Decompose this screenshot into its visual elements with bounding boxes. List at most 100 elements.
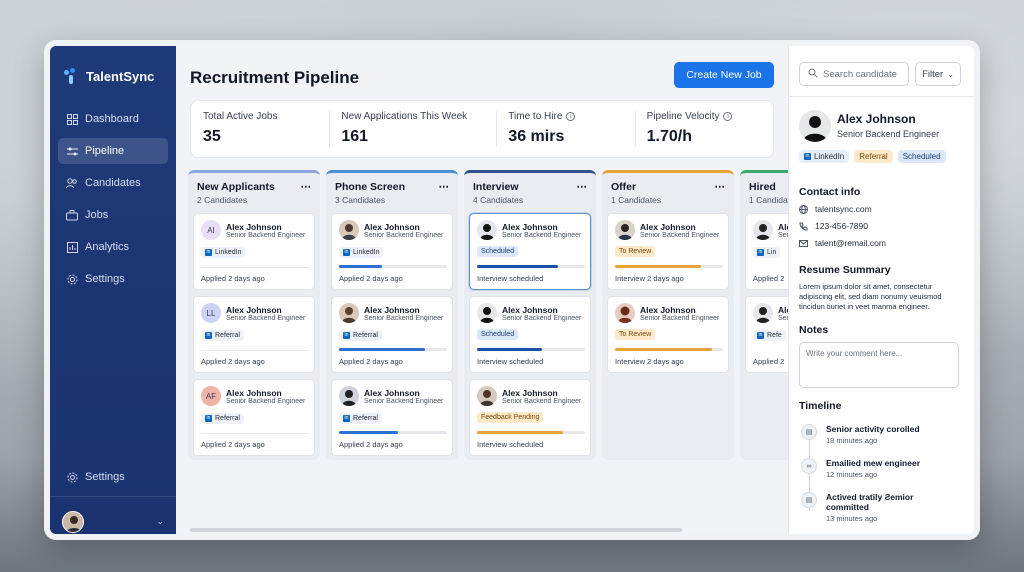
stat-value: 161 <box>341 128 369 145</box>
timeline-item: ▤ Actived tratily Ƨemior committed 13 min… <box>801 492 926 524</box>
candidate-card[interactable]: AI Alex Johnson Senior Backend Engineer i… <box>193 213 315 290</box>
more-icon[interactable]: ⋯ <box>439 181 450 193</box>
avatar <box>477 386 497 406</box>
candidate-role: Senior Backend Engineer <box>640 231 720 239</box>
progress-bar <box>477 348 585 351</box>
candidate-card[interactable]: AF Alex Johnson Senior Backend Engineer i… <box>193 379 315 456</box>
linkedin-icon: in <box>757 249 764 256</box>
stat-label: Total Active Jobs <box>203 111 278 122</box>
linkedin-icon: in <box>205 415 212 422</box>
stat-value: 1.70/h <box>646 128 693 145</box>
info-icon[interactable]: i <box>723 112 733 121</box>
candidate-card[interactable]: Alex Johnson Senior Backend Engineer Feed… <box>469 379 591 456</box>
source-tag: in Referral <box>201 330 244 341</box>
contact-info-title: Contact info <box>799 186 861 198</box>
avatar <box>615 303 635 323</box>
contact-website[interactable]: talentsync.com <box>799 204 872 214</box>
user-menu[interactable]: ⌄ <box>50 496 176 534</box>
source-tag: in Referral <box>339 413 382 424</box>
candidate-name: Alex Johnson <box>364 221 420 232</box>
search-input[interactable]: Search candidate <box>799 62 909 86</box>
contact-text: 123-456-7890 <box>815 221 868 231</box>
briefcase-icon <box>66 209 78 221</box>
progress-bar <box>339 265 447 268</box>
stat-value: 36 mirs <box>508 128 565 145</box>
stat-value: 35 <box>203 128 221 145</box>
column-new-applicants: New Applicants ⋯ 2 Candidates AI Alex Joh… <box>188 170 320 460</box>
timeline-item: ▤ Senior activity corolled 18 minutes ago <box>801 424 926 446</box>
stat-label: Pipeline Velocity <box>646 111 720 122</box>
card-footer: Applied 2 days ago <box>201 357 265 366</box>
more-icon[interactable]: ⋯ <box>715 181 726 193</box>
candidate-role: Senior Backend Engineer <box>364 231 444 239</box>
gear-icon <box>66 471 78 483</box>
column-count: 1 Candidat <box>749 195 788 205</box>
candidate-name: Alex Johnson <box>226 387 282 398</box>
candidate-card[interactable]: Alex Johnson Senior Backend Engineer Sche… <box>469 213 591 290</box>
avatar <box>62 510 84 533</box>
candidate-card[interactable]: Alex Johnson Senior Backend Engineer in Re… <box>331 379 453 456</box>
candidate-role: Sen <box>778 314 788 322</box>
create-job-button[interactable]: Create New Job <box>674 62 774 88</box>
sidebar-item-pipeline[interactable]: Pipeline <box>58 138 168 164</box>
candidate-card[interactable]: Alex Johnson Senior Backend Engineer Sche… <box>469 296 591 373</box>
sidebar-item-dashboard[interactable]: Dashboard <box>58 106 168 132</box>
timeline-item: ∞ Emailied mew engineer 12 minutes ago <box>801 458 926 480</box>
sidebar-item-settings-bottom[interactable]: Settings <box>58 464 168 490</box>
more-icon[interactable]: ⋯ <box>301 181 312 193</box>
candidate-card[interactable]: Alex Johnson Senior Backend Engineer in Li… <box>331 213 453 290</box>
sidebar-item-settings[interactable]: Settings <box>58 266 168 292</box>
candidate-detail-panel: Search candidate Filter ⌄ Alex Johnson S… <box>788 46 974 534</box>
column-count: 4 Candidates <box>473 195 524 205</box>
column-count: 2 Candidates <box>197 195 248 205</box>
column-phone-screen: Phone Screen ⋯ 3 Candidates Alex Johnson S… <box>326 170 458 460</box>
linkedin-icon: in <box>205 249 212 256</box>
horizontal-scrollbar[interactable] <box>190 528 682 532</box>
info-icon[interactable]: i <box>566 112 576 121</box>
sidebar-item-label: Dashboard <box>85 113 139 125</box>
status-badge: Scheduled <box>477 246 519 257</box>
status-badge: To Review <box>615 329 656 340</box>
status-badge: Feedback Pending <box>477 412 544 423</box>
stat-new-applications: New Applications This Week 161 <box>329 101 496 157</box>
chevron-down-icon[interactable]: ⌄ <box>156 516 164 527</box>
candidate-card[interactable]: Alex Johnson Senior Backend Engineer in Re… <box>331 296 453 373</box>
brand[interactable]: TalentSync <box>64 68 154 84</box>
timeline-title: Timeline <box>799 400 842 412</box>
candidate-card[interactable]: Alex Johnson Senior Backend Engineer To R… <box>607 213 729 290</box>
candidate-role: Senior Backend Engineer <box>226 231 306 239</box>
resume-summary-title: Resume Summary <box>799 264 891 276</box>
column-title: Phone Screen <box>335 181 406 193</box>
candidate-role: Senior Backend Engineer <box>502 397 582 405</box>
column-count: 1 Candidates <box>611 195 662 205</box>
notes-input[interactable]: Write your comment here... <box>799 342 959 388</box>
contact-phone[interactable]: 123-456-7890 <box>799 221 868 231</box>
candidate-name: Ale <box>778 221 788 232</box>
contact-email[interactable]: talent@remail.com <box>799 238 886 248</box>
tag-scheduled: Scheduled <box>897 150 946 163</box>
filter-dropdown[interactable]: Filter ⌄ <box>915 62 961 86</box>
column-interview: Interview ⋯ 4 Candidates Alex Johnson Seni… <box>464 170 596 460</box>
source-tag: in LinkedIn <box>339 247 384 258</box>
candidate-card[interactable]: AleSen inRefe Applied 2 <box>745 296 788 373</box>
sidebar-item-label: Settings <box>85 471 125 483</box>
column-title: Hired <box>749 181 776 193</box>
card-footer: Interview 2 days ago <box>615 274 684 283</box>
card-footer: Interview scheduled <box>477 357 544 366</box>
status-badge: Scheduled <box>477 329 519 340</box>
linkedin-icon: in <box>205 332 212 339</box>
candidate-card[interactable]: AleSen inLin Applied 2 <box>745 213 788 290</box>
bar-chart-icon <box>66 241 78 253</box>
more-icon[interactable]: ⋯ <box>577 181 588 193</box>
card-footer: Applied 2 days ago <box>339 440 403 449</box>
sidebar-item-analytics[interactable]: Analytics <box>58 234 168 260</box>
candidate-name: Alex Johnson <box>364 304 420 315</box>
column-title: Offer <box>611 181 637 193</box>
contact-text: talent@remail.com <box>815 238 886 248</box>
candidate-name: Alex Johnson <box>226 221 282 232</box>
sidebar-item-candidates[interactable]: Candidates <box>58 170 168 196</box>
sidebar-item-jobs[interactable]: Jobs <box>58 202 168 228</box>
candidate-card[interactable]: Alex Johnson Senior Backend Engineer To R… <box>607 296 729 373</box>
sidebar-item-label: Jobs <box>85 209 109 221</box>
candidate-card[interactable]: LL Alex Johnson Senior Backend Engineer i… <box>193 296 315 373</box>
